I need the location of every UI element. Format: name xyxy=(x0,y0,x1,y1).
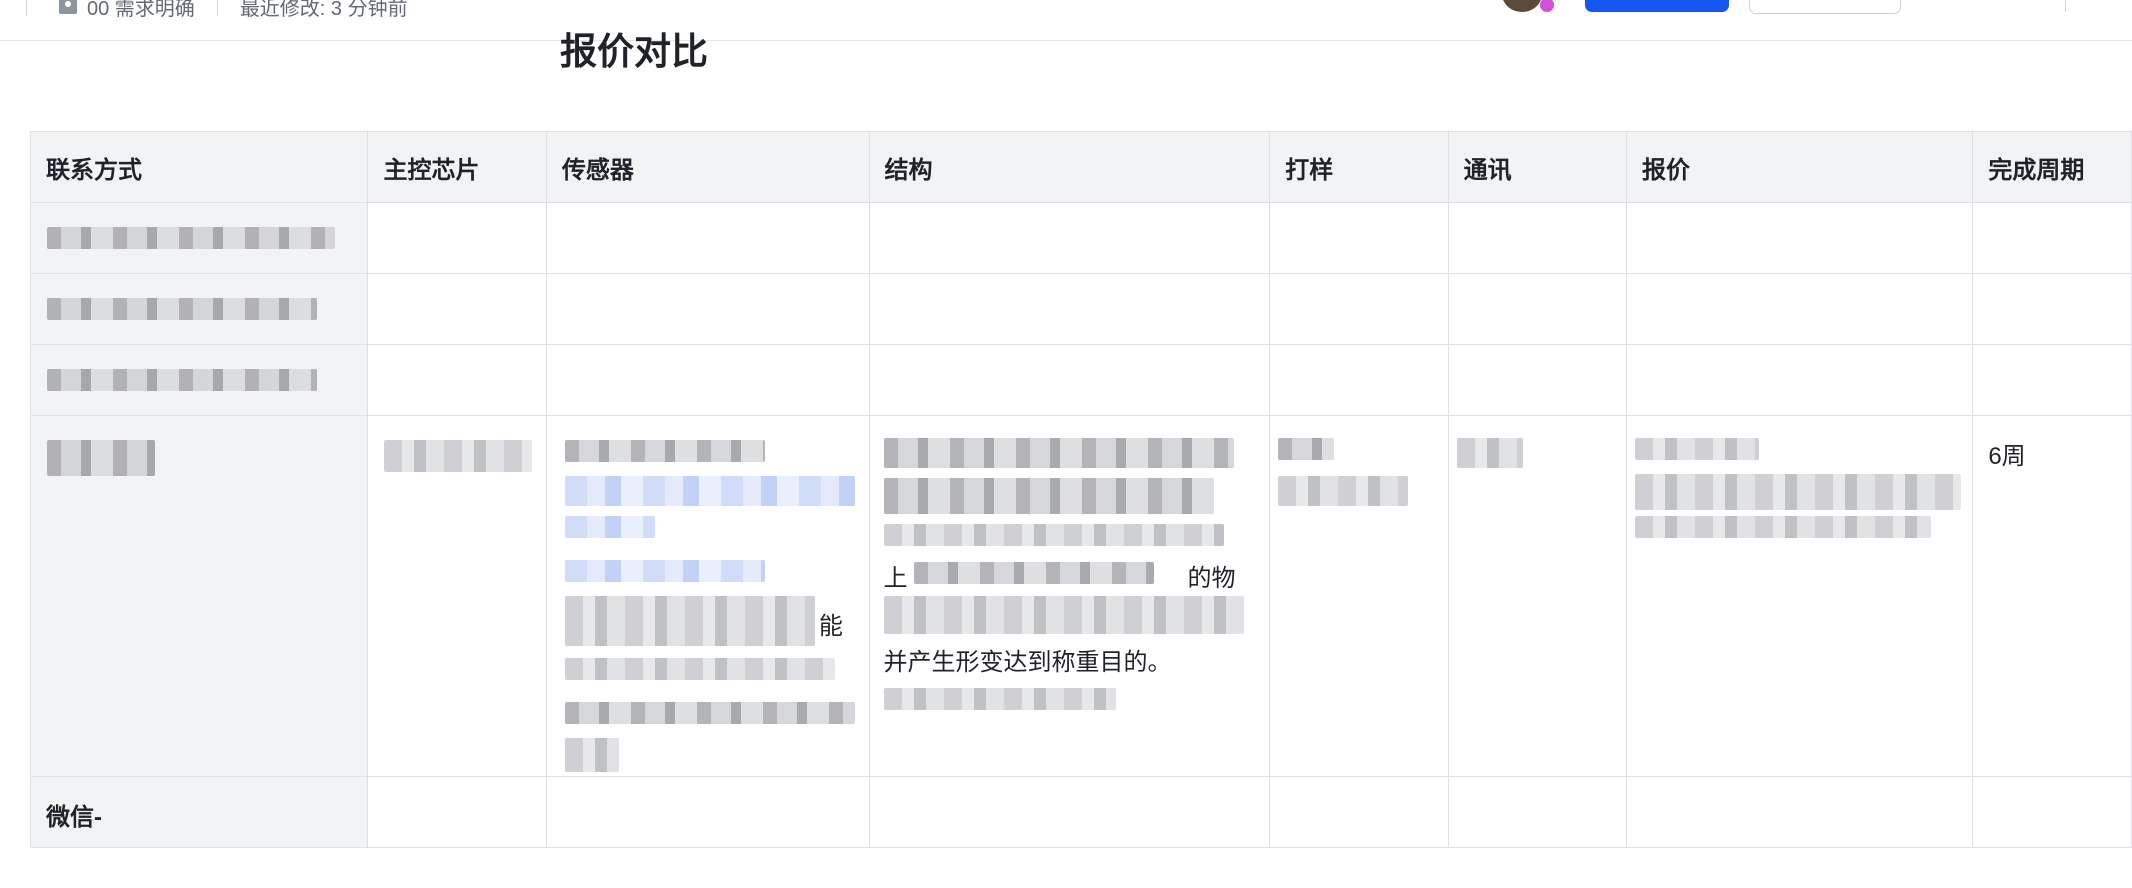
table-cell[interactable] xyxy=(367,273,547,345)
redacted-text xyxy=(47,369,317,391)
redacted-text xyxy=(564,658,835,680)
divider xyxy=(216,0,218,16)
table-cell[interactable] xyxy=(29,273,369,345)
redacted-link[interactable] xyxy=(564,560,765,582)
table-header-row: 联系方式 主控芯片 传感器 结构 打样 通讯 报价 完成周期 xyxy=(29,131,2132,203)
contact-value: 微信- xyxy=(46,804,102,831)
table-cell[interactable] xyxy=(29,344,369,416)
redacted-text xyxy=(883,596,1244,634)
redacted-link[interactable] xyxy=(564,476,855,506)
redacted-text xyxy=(1634,474,1961,510)
presence-dot xyxy=(1540,0,1554,12)
table-cell[interactable] xyxy=(1972,344,2132,416)
quote-comparison-table: 联系方式 主控芯片 传感器 结构 打样 通讯 报价 完成周期 能 上 的物 并产… xyxy=(29,131,2132,848)
redacted-link[interactable] xyxy=(564,516,655,538)
redacted-text xyxy=(1456,438,1523,468)
structure-text-fragment: 的物 xyxy=(1187,565,1236,592)
table-cell[interactable] xyxy=(1972,202,2132,274)
document-meta: 00 需求明确 最近修改: 3 分钟前 xyxy=(26,0,408,21)
column-header-completion-cycle[interactable]: 完成周期 xyxy=(1972,131,2132,203)
table-cell[interactable] xyxy=(1269,273,1449,345)
completion-cycle-value: 6周 xyxy=(1988,443,2026,470)
redacted-text xyxy=(883,438,1234,468)
table-cell[interactable] xyxy=(868,344,1271,416)
table-cell[interactable]: 6周 xyxy=(1972,415,2132,777)
table-cell[interactable] xyxy=(545,273,870,345)
table-cell[interactable] xyxy=(1447,776,1627,848)
table-cell[interactable] xyxy=(545,202,870,274)
table-cell[interactable] xyxy=(367,202,547,274)
table-cell[interactable] xyxy=(1269,776,1449,848)
redacted-text xyxy=(1278,476,1409,506)
table-cell[interactable] xyxy=(1447,273,1627,345)
redacted-text xyxy=(47,440,155,476)
redacted-text xyxy=(47,298,317,320)
redacted-text xyxy=(883,524,1224,546)
redacted-text xyxy=(47,227,335,249)
table-cell[interactable] xyxy=(1269,344,1449,416)
table-cell[interactable] xyxy=(1447,202,1627,274)
table-cell[interactable] xyxy=(29,415,369,777)
table-row xyxy=(29,202,2132,274)
table-cell[interactable]: 能 xyxy=(545,415,870,777)
table-cell[interactable] xyxy=(367,776,547,848)
table-cell[interactable] xyxy=(1269,415,1449,777)
structure-text-fragment: 上 xyxy=(883,565,908,592)
redacted-text xyxy=(564,596,815,646)
column-header-contact[interactable]: 联系方式 xyxy=(29,131,369,203)
last-modified-label: 最近修改: 3 分钟前 xyxy=(239,0,408,20)
divider xyxy=(2065,0,2066,12)
table-cell[interactable]: 微信- xyxy=(29,776,369,848)
table-cell[interactable] xyxy=(1972,776,2132,848)
table-cell[interactable] xyxy=(367,344,547,416)
table-cell[interactable] xyxy=(1447,344,1627,416)
redacted-text xyxy=(883,688,1116,710)
table-cell[interactable] xyxy=(545,776,870,848)
table-cell[interactable] xyxy=(868,776,1271,848)
redacted-text xyxy=(564,738,619,772)
secondary-button[interactable] xyxy=(1749,0,1901,14)
redacted-text xyxy=(1634,516,1931,538)
table-cell[interactable] xyxy=(367,415,547,777)
column-header-communication[interactable]: 通讯 xyxy=(1447,131,1627,203)
redacted-text xyxy=(384,440,533,472)
avatar[interactable] xyxy=(1502,0,1542,12)
share-button[interactable] xyxy=(1585,0,1729,12)
column-header-mcu[interactable]: 主控芯片 xyxy=(367,131,547,203)
redacted-text xyxy=(564,702,855,724)
page-title: 报价对比 xyxy=(560,31,708,72)
document-header-bar: 00 需求明确 最近修改: 3 分钟前 xyxy=(0,0,2132,41)
table-cell[interactable] xyxy=(29,202,369,274)
table-cell[interactable] xyxy=(1625,776,1974,848)
table-cell[interactable] xyxy=(1447,415,1627,777)
table-row: 微信- xyxy=(29,776,2132,848)
status-label[interactable]: 00 需求明确 xyxy=(87,0,195,21)
redacted-text xyxy=(1278,438,1335,460)
table-cell[interactable] xyxy=(1625,344,1974,416)
table-cell[interactable] xyxy=(545,344,870,416)
redacted-text xyxy=(913,562,1154,584)
table-cell[interactable]: 上 的物 并产生形变达到称重目的。 xyxy=(868,415,1271,777)
table-cell[interactable] xyxy=(1625,202,1974,274)
table-row: 能 上 的物 并产生形变达到称重目的。 6周 xyxy=(29,415,2132,777)
redacted-text xyxy=(883,478,1214,514)
table-cell[interactable] xyxy=(868,202,1271,274)
table-cell[interactable] xyxy=(1972,273,2132,345)
table-cell[interactable] xyxy=(1625,415,1974,777)
table-row xyxy=(29,344,2132,416)
redacted-text xyxy=(1634,438,1759,460)
redacted-text xyxy=(564,440,765,462)
column-header-quote[interactable]: 报价 xyxy=(1625,131,1974,203)
table-cell[interactable] xyxy=(1269,202,1449,274)
table-cell[interactable] xyxy=(1625,273,1974,345)
sensor-text-fragment: 能 xyxy=(818,613,843,640)
structure-text-line: 并产生形变达到称重目的。 xyxy=(883,649,1172,676)
table-cell[interactable] xyxy=(868,273,1271,345)
column-header-sensor[interactable]: 传感器 xyxy=(545,131,870,203)
divider xyxy=(26,0,27,16)
column-header-structure[interactable]: 结构 xyxy=(868,131,1271,203)
table-row xyxy=(29,273,2132,345)
contact-card-icon xyxy=(59,0,77,14)
column-header-sampling[interactable]: 打样 xyxy=(1269,131,1449,203)
